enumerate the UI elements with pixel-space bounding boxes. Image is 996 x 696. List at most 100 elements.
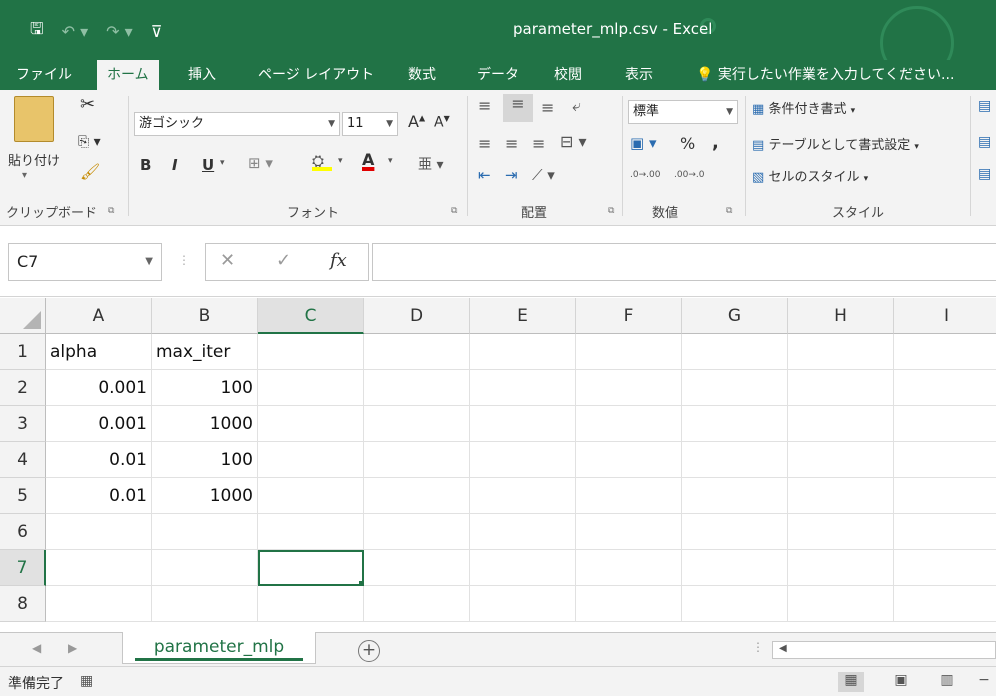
cell-e2[interactable]	[470, 370, 576, 406]
fill-dropdown-icon[interactable]: ▾	[338, 156, 343, 166]
increase-decimal-button[interactable]: .0→.00	[630, 170, 660, 180]
cell-f4[interactable]	[576, 442, 682, 478]
cell-a6[interactable]	[46, 514, 152, 550]
macro-record-icon[interactable]: ▦	[80, 673, 93, 689]
tab-splitter-icon[interactable]: ⋮	[752, 640, 764, 654]
phonetic-icon[interactable]: 亜 ▾	[418, 154, 443, 174]
align-right-icon[interactable]: ≡	[532, 134, 545, 153]
clipboard-launcher-icon[interactable]: ⧉	[108, 206, 114, 216]
column-header-b[interactable]: B	[152, 298, 258, 334]
fill-color-icon[interactable]: ⛭	[312, 152, 332, 171]
cell-c2[interactable]	[258, 370, 364, 406]
cell-f6[interactable]	[576, 514, 682, 550]
font-name-combo[interactable]: 游ゴシック ▼	[134, 112, 340, 136]
tell-me-box[interactable]: 💡 実行したい作業を入力してください...	[696, 60, 954, 90]
cell-a7[interactable]	[46, 550, 152, 586]
cell-c5[interactable]	[258, 478, 364, 514]
currency-format-icon[interactable]: ▣ ▾	[630, 134, 656, 152]
page-break-view-icon[interactable]: ▥	[934, 672, 960, 692]
cell-g6[interactable]	[682, 514, 788, 550]
cancel-icon[interactable]: ✕	[220, 250, 235, 271]
cell-a5[interactable]: 0.01	[46, 478, 152, 514]
cell-g4[interactable]	[682, 442, 788, 478]
cell-d2[interactable]	[364, 370, 470, 406]
merge-center-icon[interactable]: ⊟ ▾	[560, 132, 587, 151]
cell-d8[interactable]	[364, 586, 470, 622]
column-header-f[interactable]: F	[576, 298, 682, 334]
cell-e3[interactable]	[470, 406, 576, 442]
tab-page-layout[interactable]: ページ レイアウト	[258, 60, 374, 90]
cell-i6[interactable]	[894, 514, 996, 550]
add-sheet-button[interactable]: +	[358, 640, 380, 662]
tab-file[interactable]: ファイル	[16, 60, 72, 90]
font-color-dropdown-icon[interactable]: ▾	[388, 156, 393, 166]
cell-a3[interactable]: 0.001	[46, 406, 152, 442]
cell-e1[interactable]	[470, 334, 576, 370]
font-size-combo[interactable]: 11 ▼	[342, 112, 398, 136]
cell-d5[interactable]	[364, 478, 470, 514]
tab-home[interactable]: ホーム	[97, 60, 159, 90]
font-color-button[interactable]: A	[362, 150, 374, 169]
row-header-5[interactable]: 5	[0, 478, 46, 514]
bold-button[interactable]: B	[140, 156, 151, 174]
cell-b8[interactable]	[152, 586, 258, 622]
page-layout-view-icon[interactable]: ▣	[888, 672, 914, 692]
cell-g1[interactable]	[682, 334, 788, 370]
cell-b5[interactable]: 1000	[152, 478, 258, 514]
column-header-c[interactable]: C	[258, 298, 364, 334]
cell-c1[interactable]	[258, 334, 364, 370]
cell-i4[interactable]	[894, 442, 996, 478]
format-cells-icon[interactable]: ▤	[978, 166, 991, 182]
cell-f1[interactable]	[576, 334, 682, 370]
cell-styles-button[interactable]: ▧ セルのスタイル ▾	[752, 166, 868, 185]
cell-b7[interactable]	[152, 550, 258, 586]
tab-view[interactable]: 表示	[625, 60, 653, 90]
cell-h6[interactable]	[788, 514, 894, 550]
cell-h1[interactable]	[788, 334, 894, 370]
cell-i2[interactable]	[894, 370, 996, 406]
row-header-4[interactable]: 4	[0, 442, 46, 478]
format-as-table-button[interactable]: ▤ テーブルとして書式設定 ▾	[752, 134, 919, 153]
conditional-formatting-button[interactable]: ▦ 条件付き書式 ▾	[752, 98, 855, 117]
cell-d7[interactable]	[364, 550, 470, 586]
wrap-text-icon[interactable]: ⤶	[572, 96, 581, 116]
cell-h8[interactable]	[788, 586, 894, 622]
column-header-g[interactable]: G	[682, 298, 788, 334]
decrease-decimal-button[interactable]: .00→.0	[674, 170, 704, 180]
grow-font-button[interactable]: A▲	[408, 112, 425, 131]
cell-h4[interactable]	[788, 442, 894, 478]
column-header-a[interactable]: A	[46, 298, 152, 334]
cell-g7[interactable]	[682, 550, 788, 586]
row-header-6[interactable]: 6	[0, 514, 46, 550]
alignment-launcher-icon[interactable]: ⧉	[608, 206, 614, 216]
cell-c6[interactable]	[258, 514, 364, 550]
cell-i7[interactable]	[894, 550, 996, 586]
cell-i5[interactable]	[894, 478, 996, 514]
cell-i8[interactable]	[894, 586, 996, 622]
zoom-out-icon[interactable]: −	[974, 672, 994, 692]
italic-button[interactable]: I	[172, 156, 178, 174]
underline-button[interactable]: U	[202, 156, 214, 174]
cell-g3[interactable]	[682, 406, 788, 442]
cell-f5[interactable]	[576, 478, 682, 514]
row-header-2[interactable]: 2	[0, 370, 46, 406]
formula-input[interactable]	[372, 243, 996, 281]
cell-b3[interactable]: 1000	[152, 406, 258, 442]
cell-f7[interactable]	[576, 550, 682, 586]
tab-review[interactable]: 校閲	[554, 60, 582, 90]
row-header-7[interactable]: 7	[0, 550, 46, 586]
cell-b2[interactable]: 100	[152, 370, 258, 406]
cell-e7[interactable]	[470, 550, 576, 586]
align-middle-icon[interactable]: ≡	[503, 94, 533, 122]
cell-g2[interactable]	[682, 370, 788, 406]
row-header-8[interactable]: 8	[0, 586, 46, 622]
cell-f2[interactable]	[576, 370, 682, 406]
cell-e5[interactable]	[470, 478, 576, 514]
number-launcher-icon[interactable]: ⧉	[726, 206, 732, 216]
row-header-1[interactable]: 1	[0, 334, 46, 370]
cell-f3[interactable]	[576, 406, 682, 442]
cell-h3[interactable]	[788, 406, 894, 442]
orientation-icon[interactable]: ⟋ ▾	[532, 166, 555, 184]
cell-b6[interactable]	[152, 514, 258, 550]
column-header-e[interactable]: E	[470, 298, 576, 334]
